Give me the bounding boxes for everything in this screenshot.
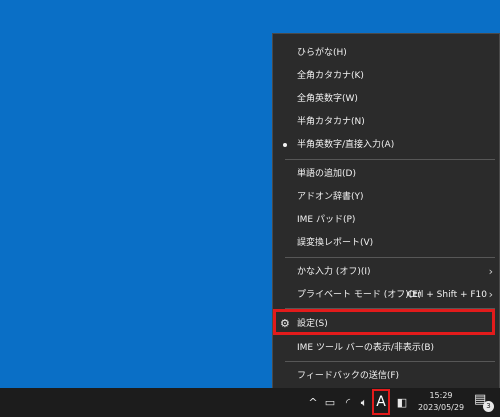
menu-item-fullwidth-alphanumeric[interactable]: 全角英数字(W) (273, 88, 499, 110)
menu-item-ime-pad[interactable]: IME パッド(P) (273, 209, 499, 231)
clock-date: 2023/05/29 (417, 403, 465, 412)
selected-bullet-icon (283, 143, 287, 147)
menu-item-label: ひらがな(H) (297, 48, 347, 58)
menu-item-label: 単語の追加(D) (297, 169, 356, 179)
chevron-right-icon: › (488, 288, 493, 301)
menu-item-label: プライベート モード (オフ)(E) (297, 290, 422, 300)
monitor-icon[interactable]: ▭ (322, 388, 338, 417)
menu-item-hiragana[interactable]: ひらがな(H) (273, 42, 499, 64)
menu-item-conversion-report[interactable]: 誤変換レポート(V) (273, 232, 499, 254)
menu-item-label: IME ツール バーの表示/非表示(B) (297, 343, 435, 353)
clock[interactable]: 15:29 2023/05/29 (415, 390, 467, 414)
menu-item-send-feedback[interactable]: フィードバックの送信(F) (273, 365, 499, 387)
menu-item-addon-dictionary[interactable]: アドオン辞書(Y) (273, 186, 499, 208)
menu-item-add-word[interactable]: 単語の追加(D) (273, 163, 499, 185)
clock-time: 15:29 (429, 391, 453, 400)
menu-item-label: 全角カタカナ(K) (297, 71, 364, 81)
menu-item-fullwidth-katakana[interactable]: 全角カタカナ(K) (273, 65, 499, 87)
menu-item-kana-input[interactable]: かな入力 (オフ)(I) › (273, 261, 499, 283)
menu-item-shortcut: Ctrl + Shift + F10 (407, 290, 487, 300)
menu-item-label: フィードバックの送信(F) (297, 371, 400, 381)
menu-item-label: かな入力 (オフ)(I) (297, 267, 371, 277)
ime-context-menu: ひらがな(H) 全角カタカナ(K) 全角英数字(W) 半角カタカナ(N) 半角英… (272, 33, 500, 393)
chevron-right-icon: › (488, 265, 493, 278)
settings-highlight-box (273, 309, 495, 335)
wifi-icon[interactable]: ◜ (340, 388, 356, 417)
menu-separator (285, 257, 495, 258)
volume-icon[interactable]: 🔈︎ (356, 388, 372, 417)
menu-item-halfwidth-alphanumeric[interactable]: 半角英数字/直接入力(A) (273, 134, 499, 156)
menu-item-label: 半角英数字/直接入力(A) (297, 140, 395, 150)
ime-pad-icon[interactable]: ◧ (394, 388, 410, 417)
notification-center-icon[interactable]: ▤ 3 (474, 392, 494, 412)
menu-separator (285, 361, 495, 362)
menu-item-label: 半角カタカナ(N) (297, 117, 365, 127)
menu-item-halfwidth-katakana[interactable]: 半角カタカナ(N) (273, 111, 499, 133)
menu-separator (285, 159, 495, 160)
menu-item-label: アドオン辞書(Y) (297, 192, 364, 202)
menu-item-label: 全角英数字(W) (297, 94, 358, 104)
menu-item-label: IME パッド(P) (297, 215, 356, 225)
menu-item-private-mode[interactable]: プライベート モード (オフ)(E) Ctrl + Shift + F10 › (273, 284, 499, 306)
menu-item-toggle-toolbar[interactable]: IME ツール バーの表示/非表示(B) (273, 337, 499, 359)
chevron-up-icon[interactable]: ^ (306, 388, 320, 417)
menu-item-label: 誤変換レポート(V) (297, 238, 374, 248)
ime-mode-indicator[interactable]: A (372, 389, 390, 415)
notification-badge: 3 (483, 401, 494, 412)
